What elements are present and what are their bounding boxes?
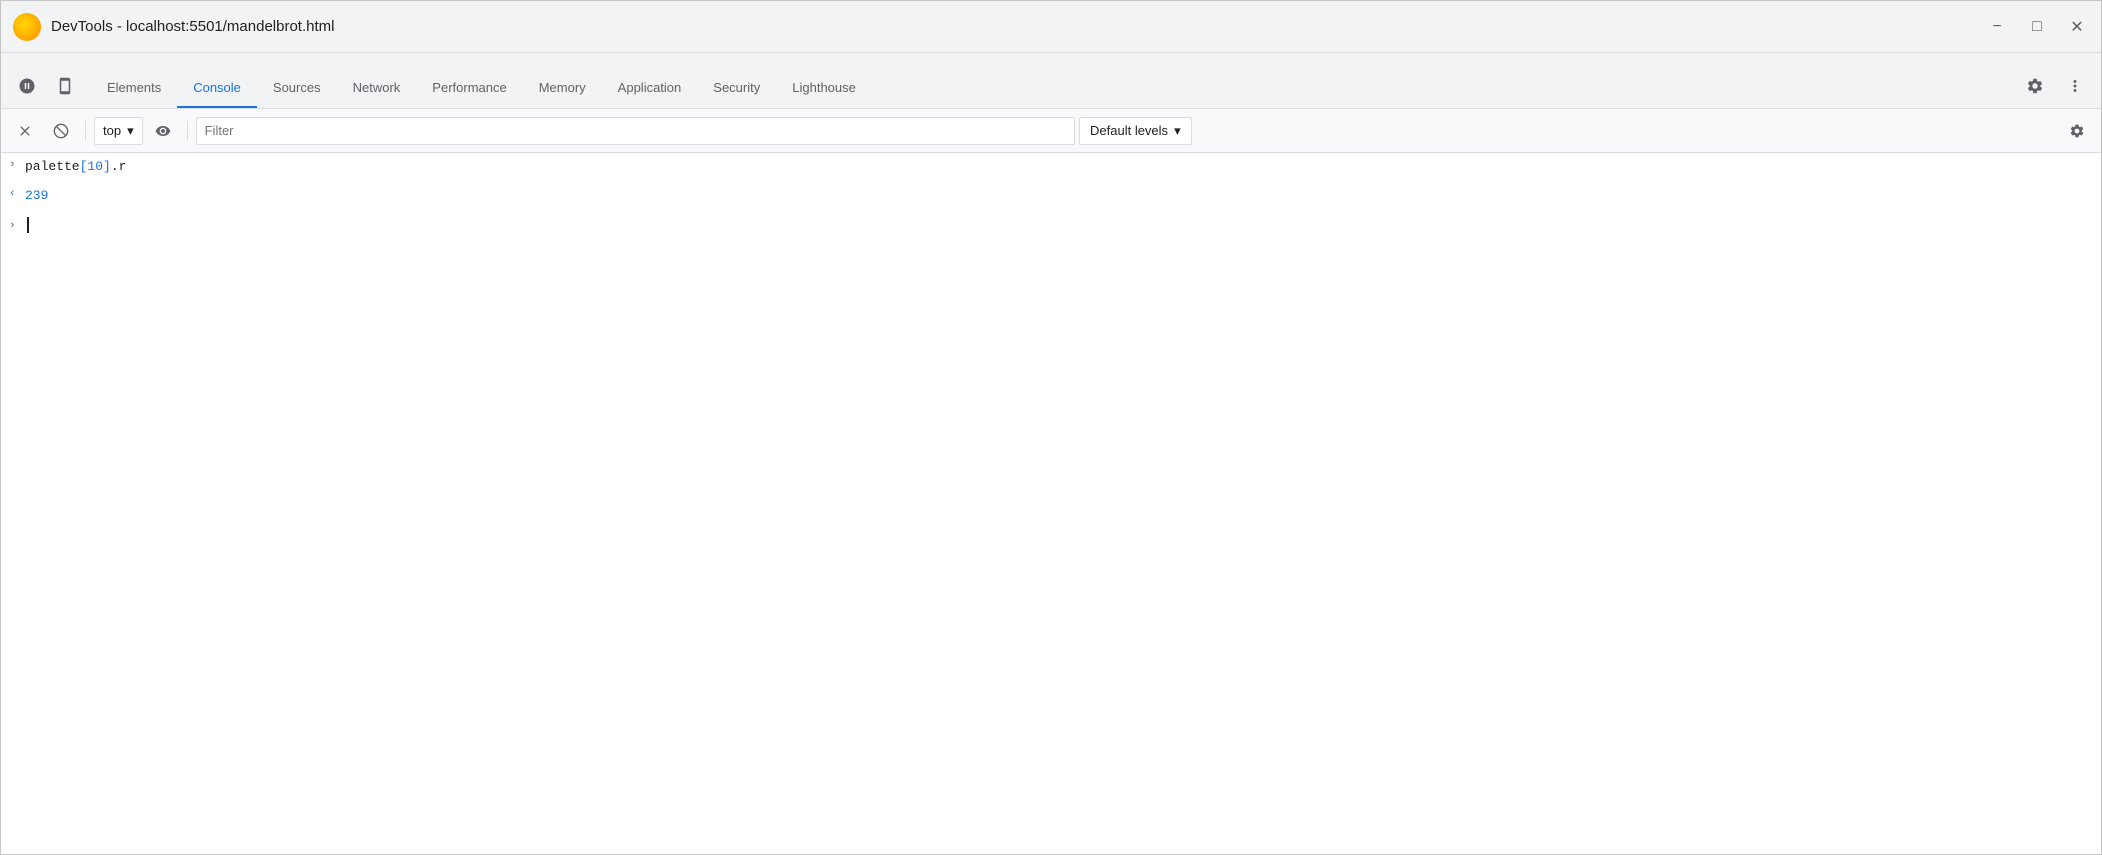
console-input-line-1: › palette[10].r <box>1 153 2101 182</box>
current-input-arrow-icon: › <box>9 218 25 232</box>
tab-console[interactable]: Console <box>177 68 257 108</box>
context-selector[interactable]: top ▾ <box>94 117 143 145</box>
tab-application[interactable]: Application <box>602 68 698 108</box>
tab-performance[interactable]: Performance <box>416 68 522 108</box>
toolbar-divider-2 <box>187 121 188 141</box>
tab-elements[interactable]: Elements <box>91 68 177 108</box>
console-current-input-line[interactable]: › <box>1 211 2101 239</box>
text-cursor <box>27 217 29 233</box>
console-output-line-1: ‹ 239 <box>1 182 2101 211</box>
filter-input[interactable] <box>196 117 1075 145</box>
maximize-button[interactable]: □ <box>2025 15 2049 39</box>
tab-network[interactable]: Network <box>337 68 417 108</box>
more-options-button[interactable] <box>2057 68 2093 104</box>
console-toolbar: top ▾ Default levels ▾ <box>1 109 2101 153</box>
tab-bar-left-tools <box>9 68 83 108</box>
close-button[interactable]: ✕ <box>2065 15 2089 39</box>
main-tabs: Elements Console Sources Network Perform… <box>91 68 2017 108</box>
title-bar: DevTools - localhost:5501/mandelbrot.htm… <box>1 1 2101 53</box>
settings-button[interactable] <box>2017 68 2053 104</box>
devtools-window: DevTools - localhost:5501/mandelbrot.htm… <box>0 0 2102 855</box>
minimize-button[interactable]: − <box>1985 15 2009 39</box>
inspect-element-button[interactable] <box>9 68 45 104</box>
device-toolbar-button[interactable] <box>47 68 83 104</box>
tab-memory[interactable]: Memory <box>523 68 602 108</box>
live-expressions-button[interactable] <box>147 115 179 147</box>
console-input-text-1: palette[10].r <box>25 157 2093 177</box>
tab-sources[interactable]: Sources <box>257 68 337 108</box>
levels-arrow-icon: ▾ <box>1174 123 1181 139</box>
clear-console-button[interactable] <box>9 115 41 147</box>
tab-security[interactable]: Security <box>697 68 776 108</box>
levels-label: Default levels <box>1090 123 1168 138</box>
devtools-icon <box>13 13 41 41</box>
context-selector-value: top <box>103 123 121 138</box>
default-levels-button[interactable]: Default levels ▾ <box>1079 117 1192 145</box>
tab-bar-right-tools <box>2017 68 2093 108</box>
block-icon-button[interactable] <box>45 115 77 147</box>
tab-lighthouse[interactable]: Lighthouse <box>776 68 872 108</box>
toolbar-divider-1 <box>85 121 86 141</box>
window-controls: − □ ✕ <box>1985 15 2089 39</box>
input-arrow-icon: › <box>9 157 25 171</box>
window-title: DevTools - localhost:5501/mandelbrot.htm… <box>51 18 1985 35</box>
console-settings-button[interactable] <box>2061 115 2093 147</box>
console-output-text-1: 239 <box>25 186 2093 206</box>
console-content: › palette[10].r ‹ 239 › <box>1 153 2101 854</box>
context-selector-arrow: ▾ <box>127 123 134 139</box>
output-arrow-icon: ‹ <box>9 186 25 200</box>
tab-bar: Elements Console Sources Network Perform… <box>1 53 2101 109</box>
